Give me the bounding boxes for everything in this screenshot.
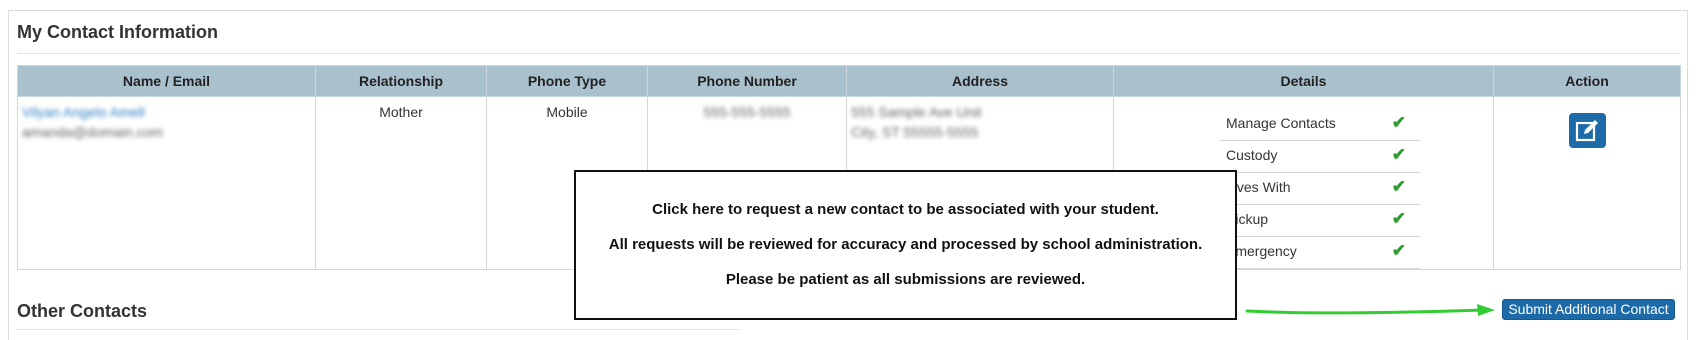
edit-icon [1575, 120, 1598, 142]
check-icon: ✔ [1391, 145, 1406, 164]
header-address: Address [846, 65, 1114, 97]
phone-number-value: 555-555-5555 [703, 104, 791, 120]
cell-name-email: Vilyan Angelo Amell amanda@domain.com [17, 96, 316, 270]
header-name-email: Name / Email [17, 65, 316, 97]
detail-custody: Custody ✔ [1220, 141, 1420, 173]
address-line2: City, ST 55555-5555 [851, 124, 979, 140]
title-divider [17, 53, 1680, 54]
check-icon: ✔ [1391, 177, 1406, 196]
edit-contact-button[interactable] [1568, 113, 1606, 148]
address-line1: 555 Sample Ave Unit [851, 104, 982, 120]
detail-emergency: Emergency ✔ [1220, 237, 1420, 269]
cell-action [1493, 96, 1681, 270]
header-relationship: Relationship [315, 65, 487, 97]
help-tooltip: Click here to request a new contact to b… [574, 170, 1237, 320]
details-list: Manage Contacts ✔ Custody ✔ Lives With ✔… [1220, 109, 1420, 269]
contact-email: amanda@domain.com [22, 124, 164, 140]
check-icon: ✔ [1391, 241, 1406, 260]
detail-label: Custody [1226, 147, 1278, 163]
tooltip-line-1: Click here to request a new contact to b… [652, 201, 1159, 218]
header-details: Details [1113, 65, 1494, 97]
other-contacts-title: Other Contacts [17, 301, 148, 321]
tooltip-line-3: Please be patient as all submissions are… [725, 271, 1086, 288]
detail-lives-with: Lives With ✔ [1220, 173, 1420, 205]
check-icon: ✔ [1391, 209, 1406, 228]
cell-relationship: Mother [315, 96, 487, 270]
contact-name-link[interactable]: Vilyan Angelo Amell [22, 104, 311, 120]
header-action: Action [1493, 65, 1681, 97]
green-arrow-icon [1245, 304, 1495, 316]
page-title: My Contact Information [17, 22, 218, 42]
header-phone-type: Phone Type [486, 65, 648, 97]
tooltip-line-2: All requests will be reviewed for accura… [608, 236, 1203, 253]
table-header-row: Name / Email Relationship Phone Type Pho… [17, 65, 1681, 97]
submit-additional-contact-button[interactable]: Submit Additional Contact [1502, 299, 1675, 320]
other-contacts-divider [17, 329, 740, 330]
header-phone-number: Phone Number [647, 65, 847, 97]
detail-label: Manage Contacts [1226, 115, 1336, 131]
detail-manage-contacts: Manage Contacts ✔ [1220, 109, 1420, 141]
check-icon: ✔ [1391, 113, 1406, 132]
detail-pickup: Pickup ✔ [1220, 205, 1420, 237]
